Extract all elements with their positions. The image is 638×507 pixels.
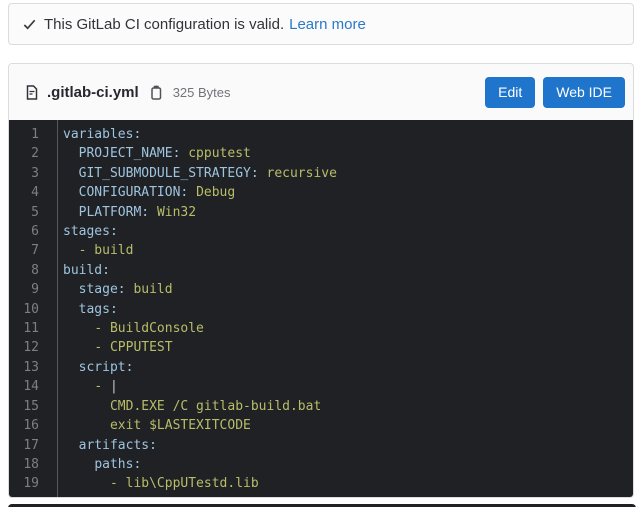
line-number-link[interactable]: 10	[9, 300, 49, 319]
line-number-link[interactable]: 11	[9, 319, 49, 338]
code-line-content: - lib\CppUTestd.lib	[49, 474, 259, 493]
code-line-content: stages:	[49, 222, 118, 241]
code-line-content: build:	[49, 261, 110, 280]
line-number-link[interactable]: 1	[9, 125, 49, 144]
file-header: .gitlab-ci.yml 325 Bytes Edit Web IDE	[9, 64, 633, 120]
code-line: 12 - CPPUTEST	[9, 338, 633, 357]
line-number-link[interactable]: 3	[9, 164, 49, 183]
code-line: 16 exit $LASTEXITCODE	[9, 416, 633, 435]
line-number-link[interactable]: 7	[9, 241, 49, 260]
code-line-content: PLATFORM: Win32	[49, 203, 196, 222]
alert-message: This GitLab CI configuration is valid.	[44, 16, 284, 33]
code-line-content: paths:	[49, 455, 141, 474]
file-card: .gitlab-ci.yml 325 Bytes Edit Web IDE 1v…	[8, 63, 634, 498]
code-line-content: exit $LASTEXITCODE	[49, 416, 251, 435]
code-line-content: - |	[49, 377, 118, 396]
code-line: 17 artifacts:	[9, 436, 633, 455]
check-icon	[22, 17, 37, 32]
ci-valid-alert: This GitLab CI configuration is valid. L…	[8, 3, 634, 45]
code-line-content: - CPPUTEST	[49, 338, 173, 357]
code-line: 9 stage: build	[9, 280, 633, 299]
web-ide-button[interactable]: Web IDE	[543, 77, 625, 108]
line-number-link[interactable]: 6	[9, 222, 49, 241]
code-line: 15 CMD.EXE /C gitlab-build.bat	[9, 397, 633, 416]
code-line-content: CONFIGURATION: Debug	[49, 183, 235, 202]
code-line: 18 paths:	[9, 455, 633, 474]
code-line-content: tags:	[49, 300, 118, 319]
code-line: 7 - build	[9, 241, 633, 260]
code-line: 5 PLATFORM: Win32	[9, 203, 633, 222]
file-size: 325 Bytes	[173, 85, 231, 100]
gutter-divider	[57, 120, 58, 497]
code-line-content: - build	[49, 241, 133, 260]
line-number-link[interactable]: 13	[9, 358, 49, 377]
line-number-link[interactable]: 14	[9, 377, 49, 396]
line-number-link[interactable]: 4	[9, 183, 49, 202]
edit-button[interactable]: Edit	[485, 77, 535, 108]
line-number-link[interactable]: 15	[9, 397, 49, 416]
line-number-link[interactable]: 17	[9, 436, 49, 455]
code-line: 19 - lib\CppUTestd.lib	[9, 474, 633, 493]
line-number-link[interactable]: 16	[9, 416, 49, 435]
code-line-content: CMD.EXE /C gitlab-build.bat	[49, 397, 321, 416]
code-viewer: 1variables:2 PROJECT_NAME: cpputest3 GIT…	[9, 120, 633, 497]
code-line: 3 GIT_SUBMODULE_STRATEGY: recursive	[9, 164, 633, 183]
code-line: 10 tags:	[9, 300, 633, 319]
code-line: 1variables:	[9, 125, 633, 144]
code-line-content: stage: build	[49, 280, 173, 299]
code-line-content: - BuildConsole	[49, 319, 204, 338]
code-line: 11 - BuildConsole	[9, 319, 633, 338]
document-icon	[24, 84, 40, 101]
code-lines: 1variables:2 PROJECT_NAME: cpputest3 GIT…	[9, 125, 633, 494]
file-name: .gitlab-ci.yml	[47, 84, 139, 101]
code-line: 2 PROJECT_NAME: cpputest	[9, 144, 633, 163]
code-line: 13 script:	[9, 358, 633, 377]
line-number-link[interactable]: 12	[9, 338, 49, 357]
line-number-link[interactable]: 5	[9, 203, 49, 222]
learn-more-link[interactable]: Learn more	[289, 16, 366, 33]
code-line-content: GIT_SUBMODULE_STRATEGY: recursive	[49, 164, 337, 183]
line-number-link[interactable]: 19	[9, 474, 49, 493]
code-line-content: artifacts:	[49, 436, 157, 455]
code-line-content: PROJECT_NAME: cpputest	[49, 144, 251, 163]
page: This GitLab CI configuration is valid. L…	[0, 0, 638, 507]
code-line: 8build:	[9, 261, 633, 280]
code-line-content: variables:	[49, 125, 141, 144]
code-line: 6stages:	[9, 222, 633, 241]
line-number-link[interactable]: 18	[9, 455, 49, 474]
code-line-content: script:	[49, 358, 133, 377]
line-number-link[interactable]: 2	[9, 144, 49, 163]
copy-file-path-icon[interactable]	[148, 84, 164, 101]
code-line: 14 - |	[9, 377, 633, 396]
code-line: 4 CONFIGURATION: Debug	[9, 183, 633, 202]
line-number-link[interactable]: 9	[9, 280, 49, 299]
line-number-link[interactable]: 8	[9, 261, 49, 280]
